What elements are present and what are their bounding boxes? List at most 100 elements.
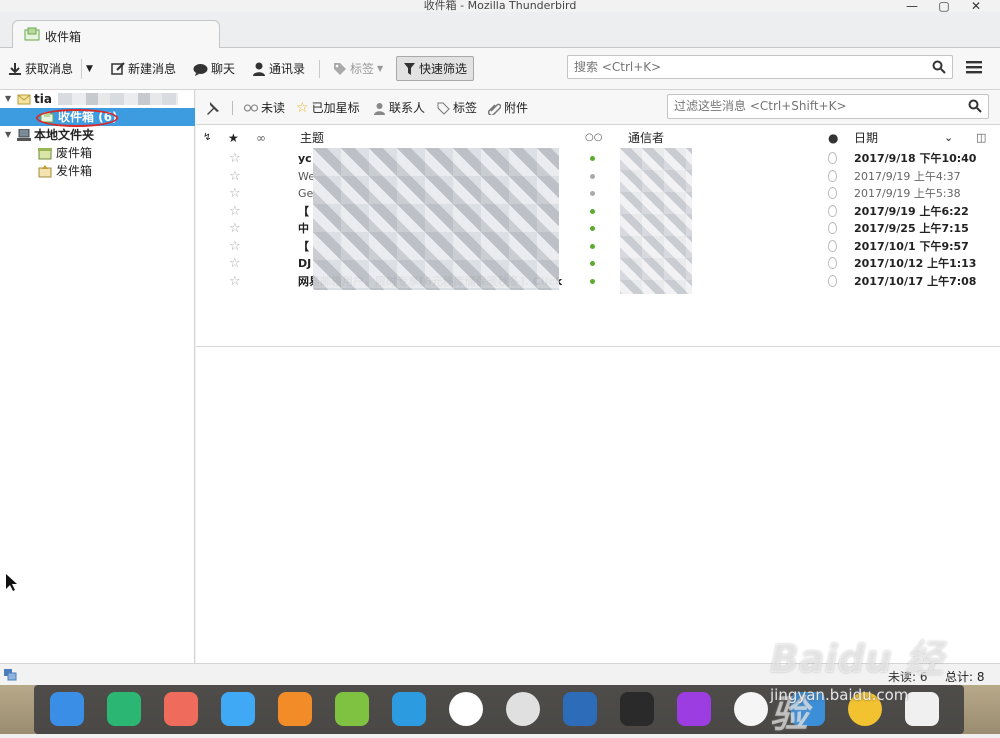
quick-filter-button[interactable]: 快速筛选 (396, 56, 474, 81)
filter-tags-button[interactable]: 标签 (437, 99, 477, 117)
thread-column-header: ↯ ★ ∞ 主题 ○○ 通信者 ● 日期 ⌄ ◫ (196, 126, 1000, 149)
star-toggle-icon[interactable]: ☆ (229, 255, 241, 272)
trash-folder-icon (38, 147, 52, 159)
junk-status-icon[interactable] (828, 169, 837, 182)
junk-status-icon[interactable] (828, 274, 837, 287)
account-email-blurred (57, 93, 178, 105)
read-status-dot-icon[interactable] (590, 191, 595, 196)
global-search[interactable] (567, 55, 953, 79)
read-status-dot-icon[interactable] (590, 156, 595, 161)
filter-input[interactable] (674, 99, 1000, 113)
minimize-button[interactable]: — (904, 0, 920, 12)
media-player-icon[interactable] (392, 692, 426, 726)
video-recorder-icon[interactable] (164, 692, 198, 726)
expand-arrow-icon[interactable]: ▼ (5, 90, 17, 108)
power-icon[interactable] (677, 692, 711, 726)
junk-status-icon[interactable] (828, 239, 837, 252)
expand-arrow-icon[interactable]: ▼ (5, 126, 17, 144)
star-toggle-icon[interactable]: ☆ (229, 220, 241, 237)
address-book-button[interactable]: 通讯录 (252, 60, 305, 78)
star-toggle-icon[interactable]: ☆ (229, 150, 241, 167)
account-name: tia (34, 92, 52, 106)
pane-splitter[interactable] (196, 346, 1000, 347)
tab-inbox[interactable]: 收件箱 (12, 20, 220, 49)
search-icon[interactable] (932, 60, 946, 74)
read-status-dot-icon[interactable] (590, 208, 595, 214)
inbox-icon (24, 27, 40, 41)
quick-filter-bar: 未读 ☆ 已加星标 联系人 标签 附件 (196, 90, 1000, 125)
junk-status-icon[interactable] (828, 187, 837, 199)
filter-contact-button[interactable]: 联系人 (373, 99, 425, 117)
filter-attachment-button[interactable]: 附件 (488, 99, 528, 117)
app-menu-button[interactable] (966, 60, 982, 74)
browser-icon[interactable] (734, 692, 768, 726)
attachment-column-icon[interactable]: ∞ (256, 130, 266, 146)
filter-separator (232, 101, 233, 115)
junk-status-icon[interactable] (828, 222, 837, 234)
junk-status-icon[interactable] (828, 204, 837, 217)
chevron-down-icon: ▼ (377, 64, 384, 73)
thread-column-icon[interactable]: ↯ (203, 130, 211, 146)
read-status-dot-icon[interactable] (590, 173, 595, 179)
read-status-dot-icon[interactable] (590, 261, 595, 266)
app-store-icon[interactable] (335, 692, 369, 726)
folder-trash[interactable]: 废件箱 (0, 144, 195, 162)
read-status-dot-icon[interactable] (590, 243, 595, 249)
music-icon[interactable] (278, 692, 312, 726)
search-input[interactable] (574, 60, 904, 74)
hamburger-icon (966, 61, 982, 74)
filter-messages-search[interactable] (667, 94, 1000, 119)
get-messages-label: 获取消息 (25, 62, 74, 76)
mouse-cursor-icon (6, 574, 17, 591)
close-button[interactable]: ✕ (968, 0, 984, 12)
junk-status-icon[interactable] (828, 152, 837, 164)
read-status-dot-icon[interactable] (590, 226, 595, 231)
file-manager-icon[interactable] (107, 692, 141, 726)
star-toggle-icon[interactable]: ☆ (229, 238, 241, 255)
thunderbird-icon[interactable] (563, 692, 597, 726)
star-column-icon[interactable]: ★ (228, 130, 239, 146)
read-status-dot-icon[interactable] (590, 278, 595, 284)
folder-outbox[interactable]: 发件箱 (0, 162, 195, 180)
get-messages-dropdown[interactable]: ▼ (86, 60, 93, 78)
filter-unread-button[interactable]: 未读 (244, 99, 285, 117)
keyboard-icon[interactable] (620, 692, 654, 726)
launcher-icon[interactable] (50, 692, 84, 726)
filter-contact-label: 联系人 (389, 101, 426, 115)
junk-column-icon[interactable]: ● (828, 130, 838, 146)
mail-account-icon (17, 94, 31, 105)
funnel-icon (404, 62, 415, 75)
sticky-filter-button[interactable] (206, 99, 220, 117)
account-item[interactable]: ▼ tia (0, 90, 195, 108)
store-icon[interactable] (221, 692, 255, 726)
junk-status-icon[interactable] (828, 257, 837, 269)
local-folders-item[interactable]: ▼ 本地文件夹 (0, 126, 195, 144)
chevron-down-icon[interactable]: ⌄ (944, 130, 953, 146)
maximize-button[interactable]: ▢ (936, 0, 952, 12)
star-toggle-icon[interactable]: ☆ (229, 203, 241, 220)
chat-button[interactable]: 聊天 (193, 60, 235, 78)
filter-unread-label: 未读 (261, 101, 286, 115)
message-date: 2017/10/12 上午1:13 (854, 257, 977, 270)
column-picker-icon[interactable]: ◫ (976, 130, 986, 146)
date-column-header[interactable]: 日期 (854, 130, 878, 146)
write-button[interactable]: 新建消息 (111, 60, 176, 78)
read-status-column-icon[interactable]: ○○ (585, 130, 602, 146)
online-status-icon[interactable] (3, 668, 17, 681)
tag-button[interactable]: 标签 ▼ (333, 60, 383, 78)
get-messages-button[interactable]: 获取消息 (8, 60, 73, 78)
subject-column-header[interactable]: 主题 (300, 130, 324, 146)
correspondents-column-header[interactable]: 通信者 (628, 130, 664, 146)
filter-tags-label: 标签 (453, 101, 478, 115)
star-toggle-icon[interactable]: ☆ (229, 185, 241, 202)
filter-starred-button[interactable]: ☆ 已加星标 (296, 99, 360, 117)
chrome-icon[interactable] (449, 692, 483, 726)
glasses-icon (244, 104, 258, 112)
star-toggle-icon[interactable]: ☆ (229, 273, 241, 290)
privacy-mosaic (620, 148, 692, 294)
tag-label: 标签 (350, 62, 375, 76)
search-icon[interactable] (968, 99, 982, 113)
folder-trash-label: 废件箱 (56, 146, 93, 160)
settings-icon[interactable] (506, 692, 540, 726)
star-toggle-icon[interactable]: ☆ (229, 168, 241, 185)
